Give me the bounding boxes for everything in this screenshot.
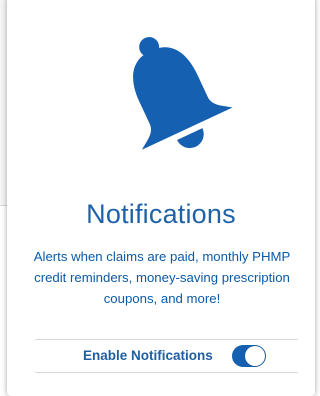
bell-icon (133, 37, 233, 150)
enable-notifications-label: Enable Notifications (83, 348, 213, 363)
notifications-description: Alerts when claims are paid, monthly PHM… (33, 249, 291, 306)
toggle-knob (245, 346, 265, 366)
divider (35, 372, 298, 373)
enable-notifications-toggle[interactable] (232, 345, 266, 367)
notifications-title: Notifications (86, 199, 236, 229)
notifications-card: Notifications Alerts when claims are pai… (7, 0, 315, 396)
enable-notifications-row[interactable]: Enable Notifications (35, 340, 298, 372)
